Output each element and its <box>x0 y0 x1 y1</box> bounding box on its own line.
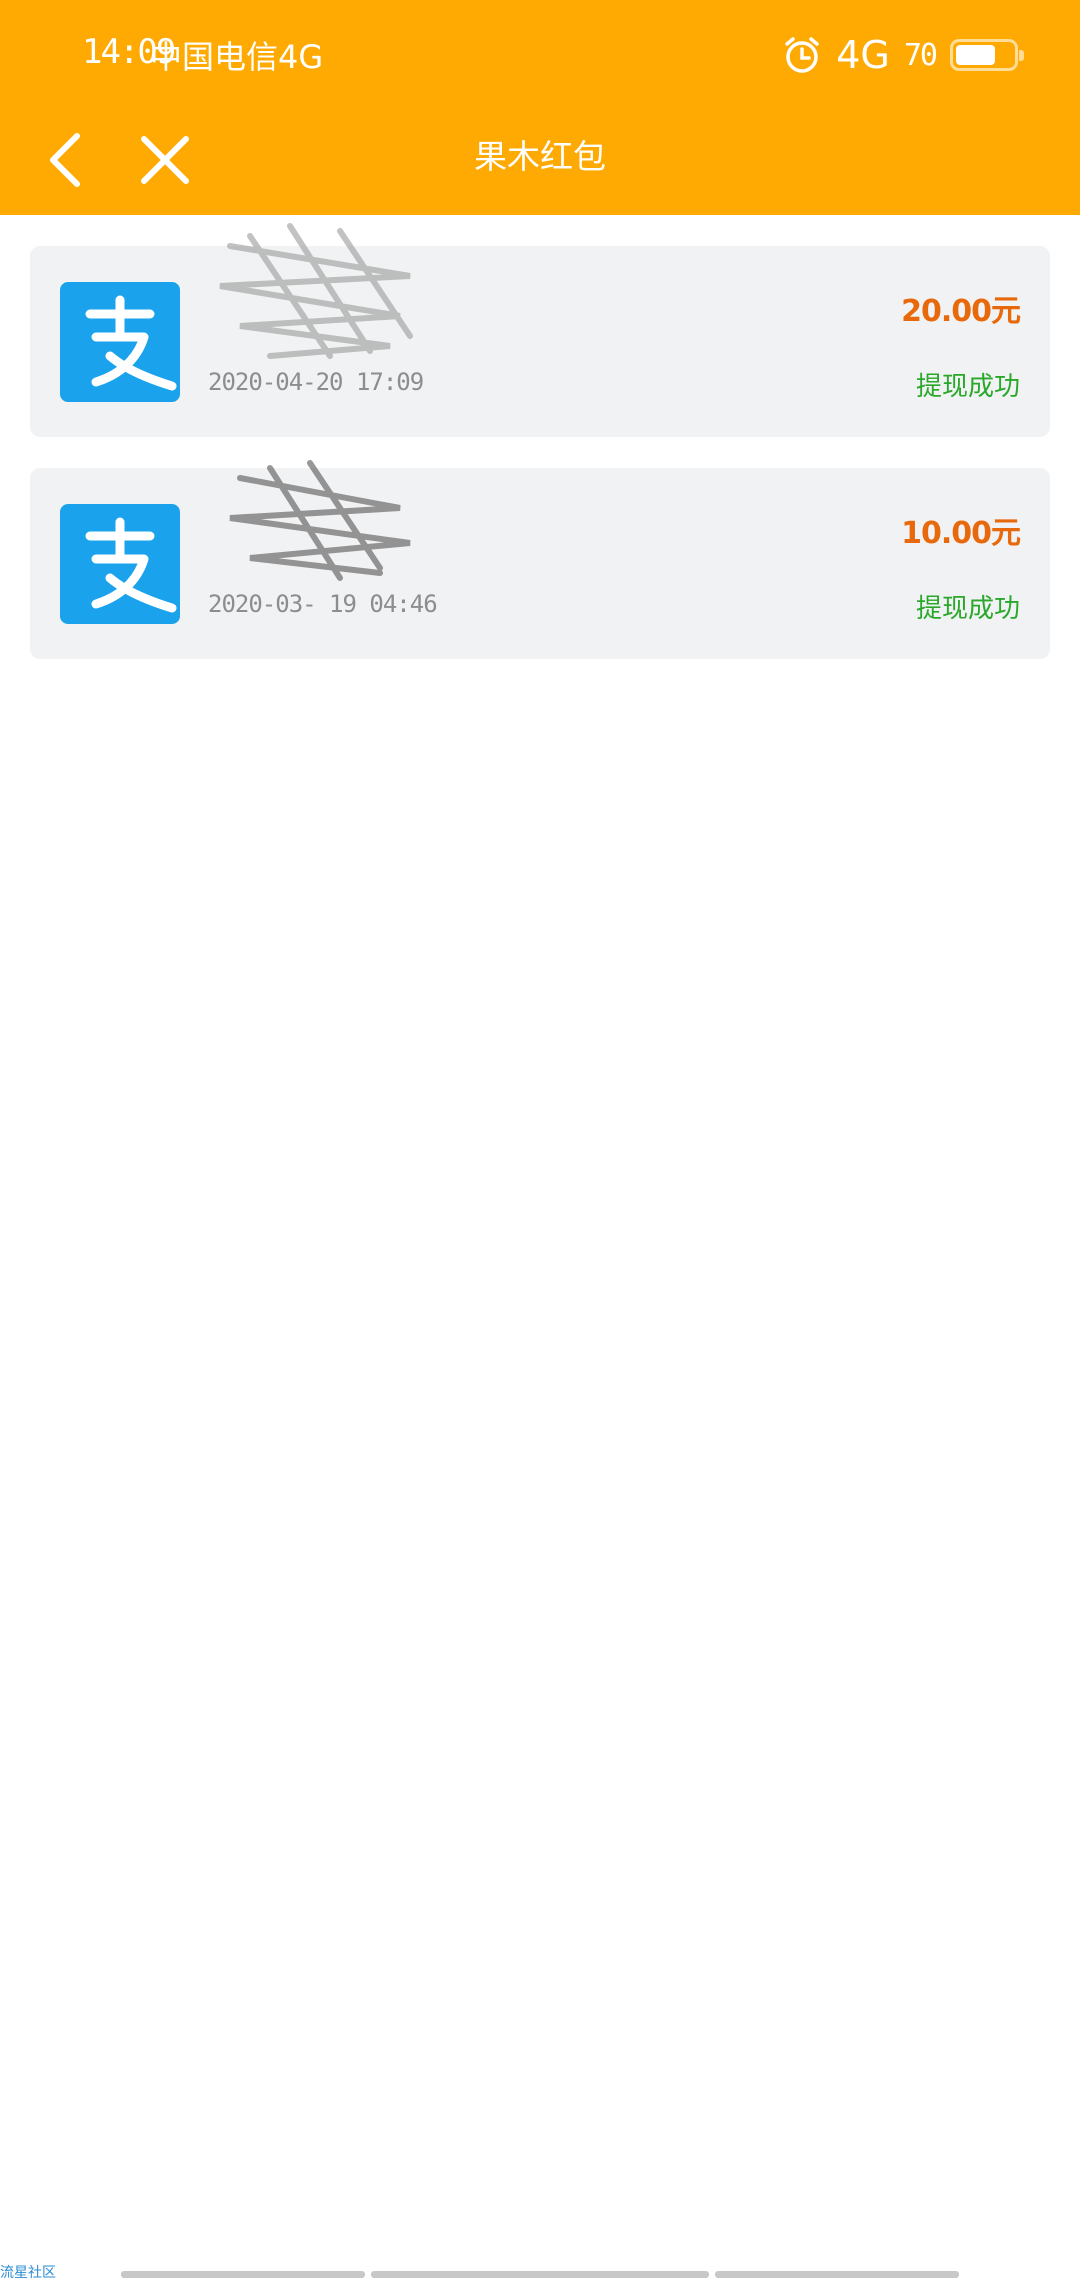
battery-icon <box>950 39 1024 71</box>
bottom-bar-segment <box>121 2271 365 2278</box>
battery-level: 70 <box>903 37 938 73</box>
alipay-logo-icon <box>60 504 180 624</box>
app-header: 14:09 中国电信4G 4G 70 果木红包 <box>0 0 1080 215</box>
status-right: 4G 70 <box>782 30 1024 80</box>
record-date: 2020-04-20 17:09 <box>208 368 424 396</box>
record-card[interactable]: 2020-03- 19 04:46 10.00元 提现成功 <box>30 460 1050 659</box>
watermark-text: 流星社区 <box>0 2265 56 2281</box>
alarm-icon <box>782 35 822 75</box>
record-amount: 20.00元 <box>901 294 1021 329</box>
battery-nub <box>1019 50 1024 61</box>
nav-bar: 果木红包 <box>0 110 1080 215</box>
redaction-scribble <box>229 460 411 581</box>
status-carrier: 中国电信4G <box>150 38 324 76</box>
record-date: 2020-03- 19 04:46 <box>208 590 438 618</box>
redaction-scribble <box>219 223 413 359</box>
alipay-logo-icon <box>60 282 180 402</box>
battery-fill <box>956 45 996 65</box>
record-status: 提现成功 <box>915 594 1020 624</box>
page-title: 果木红包 <box>474 137 606 176</box>
withdrawal-record-list: 2020-04-20 17:09 20.00元 提现成功 2020-03- 19… <box>30 223 1050 690</box>
network-label: 4G <box>836 33 890 77</box>
bottom-bar-segment <box>715 2271 959 2278</box>
record-card[interactable]: 2020-04-20 17:09 20.00元 提现成功 <box>30 223 1050 437</box>
status-bar: 14:09 中国电信4G 4G 70 <box>0 0 1080 110</box>
record-status: 提现成功 <box>915 372 1020 402</box>
record-amount: 10.00元 <box>901 516 1021 551</box>
bottom-bar-segment <box>371 2271 709 2278</box>
